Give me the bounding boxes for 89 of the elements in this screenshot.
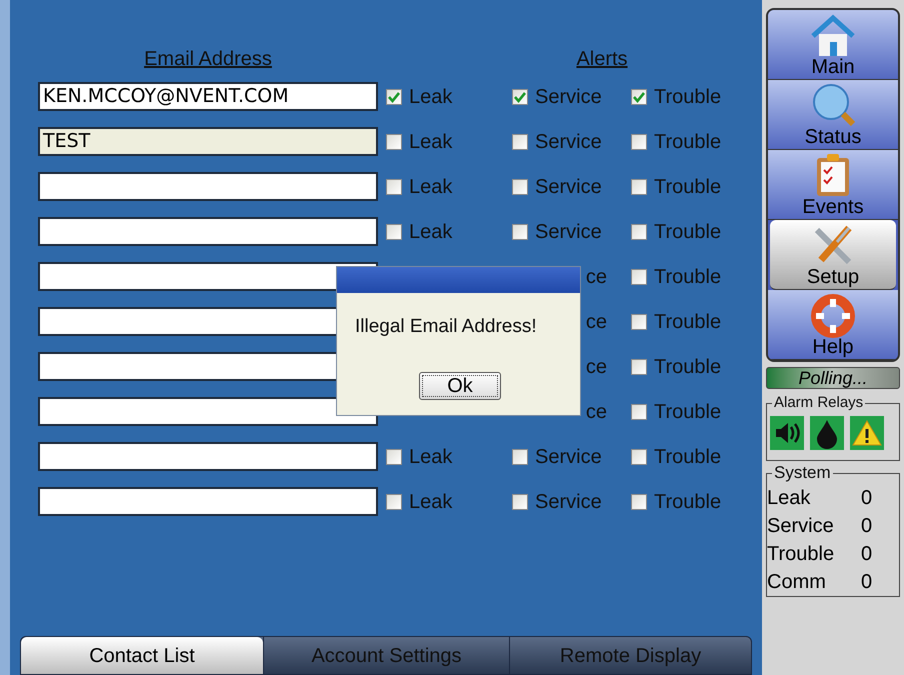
checkbox-label: Leak	[409, 130, 452, 154]
checkbox[interactable]	[631, 314, 647, 330]
nav-label: Main	[811, 57, 855, 77]
nav-button[interactable]: Help	[768, 290, 898, 360]
nav-button[interactable]: Events	[768, 150, 898, 220]
checkbox[interactable]	[631, 224, 647, 240]
checkbox-label: Trouble	[654, 310, 722, 334]
nav-label: Events	[802, 197, 864, 217]
checkbox-label: Service	[535, 130, 602, 154]
checkbox-label: Service	[535, 220, 602, 244]
checkbox-label: Service	[535, 490, 602, 514]
count-value: 0	[861, 542, 872, 567]
checkbox[interactable]	[512, 88, 528, 104]
checkbox[interactable]	[631, 88, 647, 104]
count-value: 0	[861, 570, 872, 595]
checkbox[interactable]	[631, 494, 647, 510]
count-label: Trouble	[767, 542, 836, 567]
column-header: Email Address	[143, 47, 273, 72]
checkbox-label: Leak	[409, 220, 452, 244]
nav-label: Setup	[806, 267, 860, 287]
email-field[interactable]	[38, 397, 378, 426]
check-icon	[514, 90, 526, 102]
checkbox-label: ce	[586, 354, 607, 380]
email-field[interactable]: TEST	[38, 127, 378, 156]
checkbox-label: Leak	[409, 174, 452, 200]
checkbox-label: ce	[586, 264, 607, 290]
checkbox[interactable]	[631, 134, 647, 150]
count-label: Service	[767, 514, 835, 539]
warning-icon	[850, 416, 884, 450]
group-title: System	[772, 463, 833, 483]
checkbox-label: Leak	[409, 84, 452, 110]
nav-label: Status	[804, 127, 862, 147]
checkbox-label: Trouble	[654, 400, 722, 424]
count-value: 0	[861, 514, 872, 539]
checkbox-label: Service	[535, 84, 602, 110]
tab[interactable]: Contact List	[21, 637, 263, 674]
lifebuoy-icon	[809, 292, 857, 338]
count-value: 0	[861, 486, 872, 511]
checkbox[interactable]	[386, 178, 402, 194]
checkbox-label: ce	[586, 400, 607, 424]
checkbox-label: Trouble	[654, 354, 722, 380]
email-field[interactable]	[38, 487, 378, 516]
status-bar: Polling...	[766, 367, 900, 389]
group-title: Alarm Relays	[772, 393, 866, 413]
count-label: Leak	[767, 486, 812, 511]
checkbox-label: Service	[535, 174, 602, 200]
checkbox[interactable]	[386, 494, 402, 510]
checkbox-label: Trouble	[654, 84, 722, 110]
checkbox[interactable]	[386, 134, 402, 150]
check-icon	[633, 90, 645, 102]
check-icon	[388, 90, 400, 102]
checkbox[interactable]	[631, 404, 647, 420]
checkbox-label: Trouble	[654, 220, 722, 244]
checkbox[interactable]	[386, 224, 402, 240]
email-field[interactable]: KEN.MCCOY@NVENT.COM	[38, 82, 378, 111]
nav-label: Help	[812, 337, 854, 357]
checkbox-label: Trouble	[654, 444, 722, 470]
checkbox[interactable]	[512, 494, 528, 510]
checkbox[interactable]	[512, 448, 528, 464]
checkbox[interactable]	[512, 178, 528, 194]
checkbox[interactable]	[512, 134, 528, 150]
checkbox[interactable]	[386, 448, 402, 464]
dialog-message: Illegal Email Address!	[355, 315, 538, 339]
nav-button[interactable]: Status	[768, 80, 898, 150]
email-field[interactable]	[38, 172, 378, 201]
checkbox-label: Service	[535, 444, 602, 470]
checkbox[interactable]	[512, 224, 528, 240]
checkbox-label: Leak	[409, 444, 452, 470]
column-header: Alerts	[575, 47, 629, 72]
count-label: Comm	[767, 570, 827, 595]
house-icon	[809, 12, 857, 58]
checkbox-label: ce	[586, 310, 607, 334]
checkbox[interactable]	[631, 448, 647, 464]
email-field[interactable]	[38, 217, 378, 246]
drop-icon	[810, 416, 844, 450]
checkbox[interactable]	[631, 178, 647, 194]
speaker-icon	[770, 416, 804, 450]
checkbox-label: Trouble	[654, 130, 722, 154]
checkbox[interactable]	[386, 88, 402, 104]
checkbox-label: Trouble	[654, 174, 722, 200]
nav-button[interactable]: Setup	[770, 220, 896, 290]
checkbox-label: Trouble	[654, 264, 722, 290]
ok-button[interactable]: Ok	[419, 372, 501, 400]
nav-button[interactable]: Main	[768, 10, 898, 80]
email-field[interactable]	[38, 442, 378, 471]
checkbox-label: Leak	[409, 490, 452, 514]
checkbox-label: Trouble	[654, 490, 722, 514]
checkbox[interactable]	[631, 358, 647, 374]
checkbox[interactable]	[631, 268, 647, 284]
